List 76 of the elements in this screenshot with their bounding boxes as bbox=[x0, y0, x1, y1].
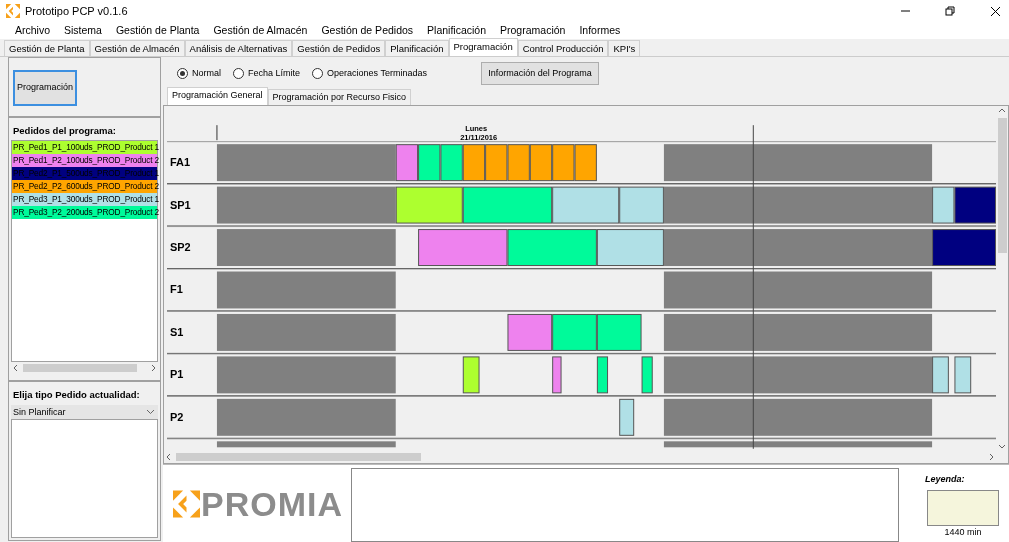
scroll-thumb[interactable] bbox=[176, 453, 421, 461]
tab[interactable]: KPI's bbox=[608, 40, 641, 56]
legend-caption: 1440 min bbox=[943, 525, 983, 539]
info-button[interactable]: Información del Programa bbox=[480, 62, 599, 85]
programacion-button[interactable]: Programación bbox=[13, 70, 77, 106]
scroll-thumb[interactable] bbox=[997, 118, 1007, 253]
resource-label: F1 bbox=[170, 283, 183, 296]
tab[interactable]: Gestión de Planta bbox=[4, 40, 90, 56]
order-item[interactable]: PR_Ped1_P1_100uds_PROD_Product 1 bbox=[12, 141, 157, 155]
tab[interactable]: Análisis de Alternativas bbox=[184, 40, 293, 56]
horizontal-scrollbar[interactable] bbox=[164, 451, 996, 463]
task-bar bbox=[596, 313, 642, 351]
resource-label: S1 bbox=[170, 325, 184, 338]
chevron-down-icon bbox=[146, 408, 155, 415]
window-title: Prototipo PCP v0.1.6 bbox=[25, 3, 128, 19]
restore-icon[interactable] bbox=[945, 5, 956, 17]
close-icon[interactable] bbox=[990, 5, 1001, 17]
horizontal-scrollbar[interactable] bbox=[11, 362, 158, 375]
menu-item[interactable]: Gestión de Almacén bbox=[206, 22, 315, 39]
resource-label: P1 bbox=[170, 368, 184, 381]
task-bar bbox=[507, 144, 530, 182]
task-bar bbox=[440, 144, 463, 182]
tab[interactable]: Planificación bbox=[385, 40, 449, 56]
order-item[interactable]: PR_Ped2_P2_600uds_PROD_Product 2 bbox=[12, 180, 157, 194]
order-item[interactable]: PR_Ped3_P1_300uds_PROD_Product 1 bbox=[12, 193, 157, 207]
tab[interactable]: Control Producción bbox=[517, 40, 609, 56]
radio-option[interactable]: Operaciones Terminadas bbox=[312, 66, 427, 81]
radio-option[interactable]: Normal bbox=[177, 66, 221, 81]
tab[interactable]: Gestión de Almacén bbox=[89, 40, 185, 56]
legend-swatch bbox=[927, 489, 999, 526]
task-bar bbox=[418, 144, 441, 182]
task-bar bbox=[552, 313, 597, 351]
tab[interactable]: Programación bbox=[448, 38, 518, 56]
task-bar bbox=[932, 229, 996, 266]
task-bar bbox=[596, 229, 664, 266]
order-item[interactable]: PR_Ped3_P2_200uds_PROD_Product 2 bbox=[12, 206, 157, 220]
logo-icon bbox=[173, 490, 200, 518]
task-bar bbox=[552, 356, 562, 394]
menu-item[interactable]: Planificación bbox=[420, 22, 494, 39]
task-bar bbox=[596, 356, 609, 394]
tab[interactable]: Gestión de Pedidos bbox=[292, 40, 386, 56]
menu-item[interactable]: Gestión de Planta bbox=[108, 22, 207, 39]
task-bar bbox=[529, 144, 553, 182]
resource-label: P2 bbox=[170, 410, 184, 423]
radio-option[interactable]: Fecha Límite bbox=[233, 66, 301, 81]
app-logo-icon bbox=[6, 4, 20, 18]
task-bar bbox=[462, 144, 486, 182]
order-item[interactable]: PR_Ped1_P2_100uds_PROD_Product 2 bbox=[12, 154, 157, 168]
task-bar bbox=[395, 144, 419, 182]
task-bar bbox=[395, 186, 463, 224]
tab[interactable]: Programación General bbox=[167, 87, 268, 105]
menu-item[interactable]: Informes bbox=[572, 22, 628, 39]
task-bar bbox=[507, 313, 553, 351]
resource-label: SP1 bbox=[170, 198, 191, 211]
task-bar bbox=[932, 356, 949, 394]
menu-item[interactable]: Archivo bbox=[8, 22, 57, 39]
task-bar bbox=[552, 144, 575, 182]
scroll-thumb[interactable] bbox=[23, 364, 137, 373]
task-bar bbox=[954, 356, 972, 394]
task-bar bbox=[574, 144, 597, 182]
resource-label: FA1 bbox=[170, 156, 191, 169]
type-select[interactable]: Sin Planificar bbox=[11, 404, 158, 419]
text-area[interactable] bbox=[351, 468, 899, 542]
legend-title: Leyenda: bbox=[925, 473, 966, 486]
orders-title: Pedidos del programa: bbox=[12, 124, 117, 138]
menu-item[interactable]: Sistema bbox=[57, 22, 109, 39]
menu-item[interactable]: Gestión de Pedidos bbox=[314, 22, 421, 39]
tab[interactable]: Programación por Recurso Fisico bbox=[267, 89, 412, 105]
logo-text: PROMIA bbox=[201, 483, 343, 525]
resource-label: SP2 bbox=[170, 241, 191, 254]
task-bar bbox=[619, 398, 635, 436]
menu-item[interactable]: Programación bbox=[493, 22, 573, 39]
task-bar bbox=[641, 356, 653, 394]
task-bar bbox=[485, 144, 508, 182]
task-bar bbox=[462, 356, 480, 394]
type-title: Elija tipo Pedido actualidad: bbox=[12, 388, 141, 403]
